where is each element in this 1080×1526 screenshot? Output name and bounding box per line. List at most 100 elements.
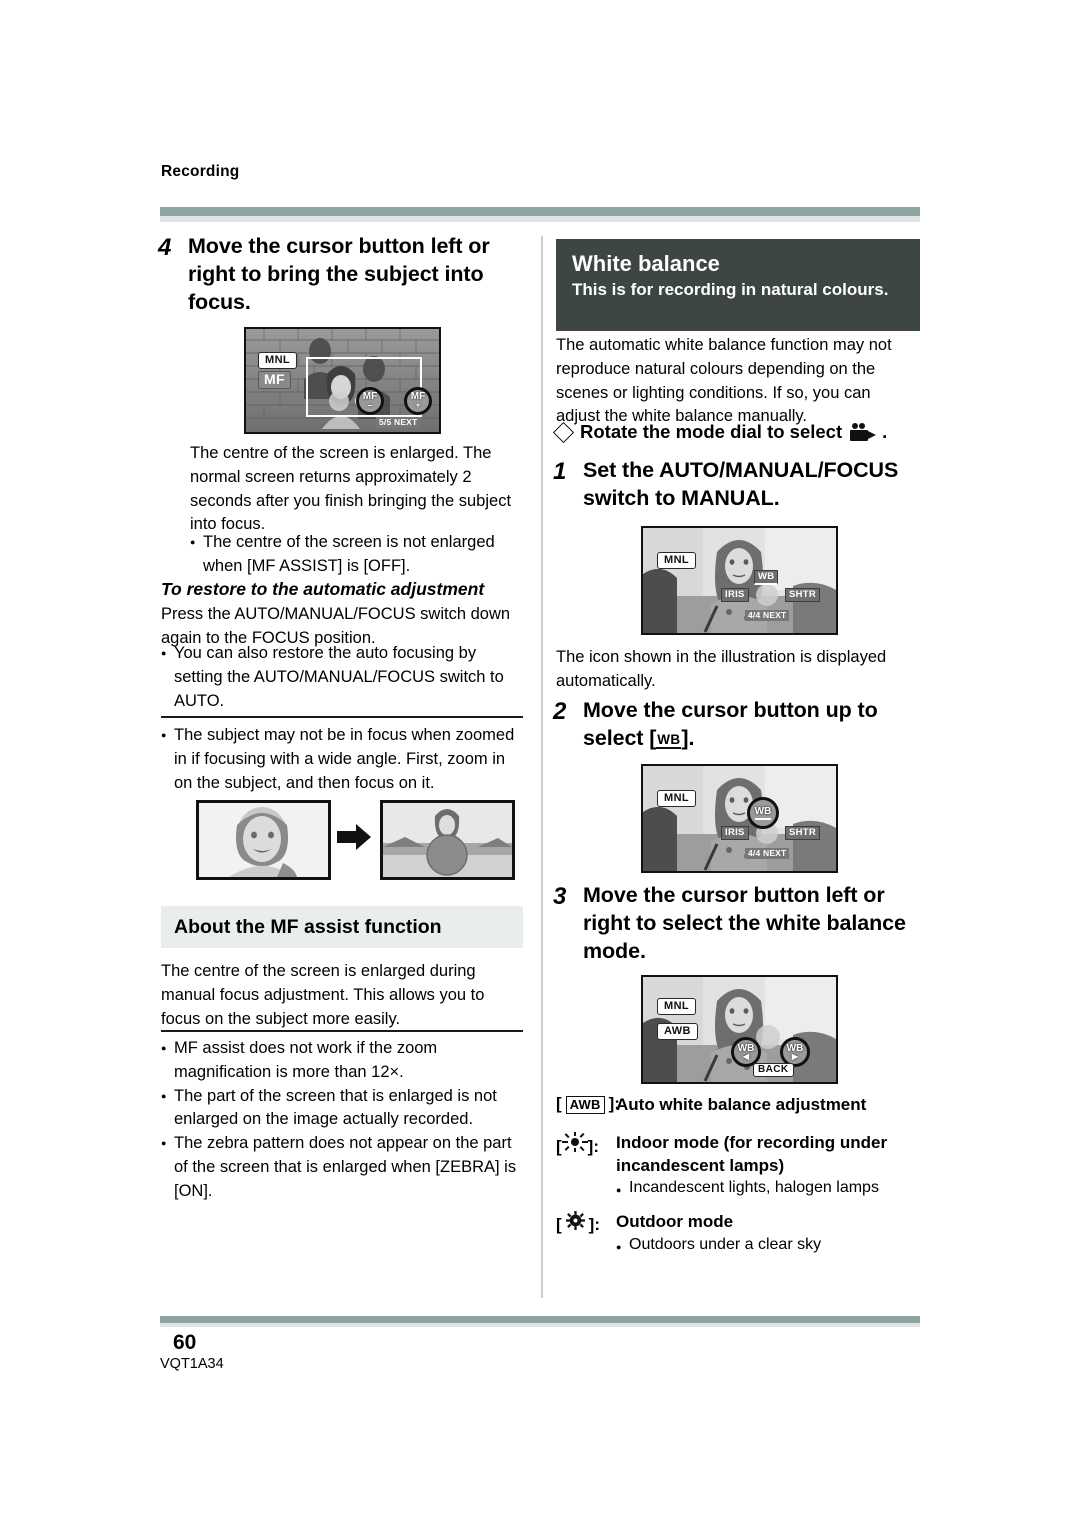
header-rule-light: [160, 216, 920, 222]
wb-mode-auto-key: [AWB]:: [556, 1094, 620, 1115]
footer-rule-light: [160, 1323, 920, 1327]
running-head: Recording: [161, 163, 240, 180]
step-1-title: Set the AUTO/MANUAL/FOCUS switch to MANU…: [583, 458, 899, 510]
osd-cursor-center: [329, 391, 349, 411]
illustration-mf-assist: MNL MF MF – MF + 5/5 NEXT: [244, 327, 441, 434]
list-item: The centre of the screen is not enlarged…: [190, 531, 520, 579]
osd-cursor-center: [756, 584, 778, 606]
mf-assist-bullets: MF assist does not work if the zoom magn…: [161, 1037, 523, 1203]
mf-bullets-3: The subject may not be in focus when zoo…: [161, 724, 523, 795]
osd-exit-label: 5/5 NEXT: [376, 417, 421, 428]
osd-tag-mf: MF: [258, 371, 292, 390]
photo-zoomed-focused: [380, 800, 515, 880]
indoor-lamp-icon: [561, 1132, 588, 1152]
section-header-label: About the MF assist function: [174, 915, 442, 938]
arrow-right-icon: [337, 824, 371, 850]
step-1-note: The icon shown in the illustration is di…: [556, 648, 887, 690]
step-3-number: 3: [553, 883, 567, 910]
illustration-step-2: MNL WB IRIS SHTR 4/4 NEXT: [641, 764, 838, 873]
wb-mode-indoor-desc: Indoor mode (for recording under incande…: [616, 1133, 888, 1175]
awb-chip-icon: AWB: [565, 1096, 605, 1115]
footer-rule: [160, 1316, 920, 1323]
osd-tag-awb: AWB: [657, 1023, 698, 1041]
osd-exit-label: 4/4 NEXT: [745, 610, 790, 621]
osd-button-mf-minus-sign: –: [367, 400, 373, 410]
step-1: 1 Set the AUTO/MANUAL/FOCUS switch to MA…: [553, 457, 928, 513]
wb-chip-icon: WB: [656, 732, 682, 750]
photo-wide-angle-unfocused: [196, 800, 331, 880]
step-4-title: Move the cursor button left or right to …: [188, 234, 490, 314]
white-balance-title: White balance: [572, 251, 720, 276]
photo-scene-child-closeup: [199, 803, 328, 877]
list-item: You can also restore the auto focusing b…: [161, 642, 523, 713]
step-4: 4 Move the cursor button left or right t…: [158, 233, 518, 317]
document-code: VQT1A34: [160, 1356, 224, 1372]
osd-tag-mnl: MNL: [657, 998, 697, 1016]
osd-button-wb-right-arrow: ▶: [791, 1051, 799, 1061]
osd-button-iris[interactable]: IRIS: [721, 826, 749, 840]
lcd-scene-girl-indoor-2: [643, 766, 836, 871]
wb-mode-auto: [AWB]: Auto white balance adjustment: [556, 1094, 926, 1117]
illustration-step-3: MNL AWB WB ◀ WB ▶ BACK: [641, 975, 838, 1084]
osd-button-wb-selected[interactable]: WB: [747, 797, 779, 829]
osd-button-iris[interactable]: IRIS: [721, 588, 749, 602]
mode-dial-instruction-period: .: [882, 421, 888, 442]
manual-page: Recording 4 Move the cursor button left …: [0, 0, 1080, 1526]
osd-exit-label: 4/4 NEXT: [745, 848, 790, 859]
step-2-title-before: Move the cursor button up to select [: [583, 698, 878, 750]
mf-assist-body: The centre of the screen is enlarged dur…: [161, 962, 485, 1028]
osd-button-mf-minus[interactable]: MF –: [356, 387, 384, 415]
wb-mode-outdoor-desc: Outdoor mode: [616, 1212, 734, 1231]
white-balance-intro: The automatic white balance function may…: [556, 336, 892, 426]
column-divider: [541, 236, 543, 1298]
list-item: The zebra pattern does not appear on the…: [161, 1132, 523, 1203]
wb-mode-outdoor: [ ]: Outdoor mode Outdoors under: [556, 1211, 931, 1259]
osd-tag-mnl: MNL: [657, 790, 697, 808]
restore-heading: To restore to the automatic adjustment: [161, 579, 485, 599]
osd-button-back[interactable]: BACK: [753, 1063, 794, 1077]
step-2-title: Move the cursor button up to select [WB]…: [583, 697, 928, 753]
wb-mode-indoor-key: [ ]:: [556, 1132, 616, 1157]
step-2-number: 2: [553, 698, 567, 725]
white-balance-header: White balance This is for recording in n…: [556, 239, 920, 331]
osd-button-wb-left-arrow: ◀: [742, 1051, 750, 1061]
step-1-number: 1: [553, 458, 567, 485]
osd-button-wb[interactable]: WB: [754, 570, 779, 585]
osd-tag-mnl: MNL: [657, 552, 697, 570]
osd-button-mf-plus[interactable]: MF +: [404, 387, 432, 415]
list-item: The part of the screen that is enlarged …: [161, 1085, 523, 1133]
osd-button-shtr[interactable]: SHTR: [785, 826, 821, 840]
lcd-scene-girl-indoor-1: [643, 528, 836, 633]
wb-mode-indoor: [ ]: Indoor mode (for recording under in…: [556, 1132, 931, 1202]
outdoor-sun-icon: [565, 1211, 585, 1230]
mf-bullets-2: You can also restore the auto focusing b…: [161, 642, 523, 713]
wb-mode-indoor-sub: Incandescent lights, halogen lamps: [616, 1179, 931, 1202]
white-balance-subtitle: This is for recording in natural colours…: [572, 279, 889, 299]
step-3-title: Move the cursor button left or right to …: [583, 883, 906, 963]
video-camera-mode-icon: [850, 423, 877, 441]
osd-button-mf-plus-sign: +: [415, 400, 421, 410]
step-3: 3 Move the cursor button left or right t…: [553, 882, 931, 966]
step-2: 2 Move the cursor button up to select [W…: [553, 697, 928, 753]
list-item: MF assist does not work if the zoom magn…: [161, 1037, 523, 1085]
step-4-number: 4: [158, 234, 172, 261]
mf-body-text-1: The centre of the screen is enlarged. Th…: [190, 444, 512, 534]
wb-mode-outdoor-key: [ ]:: [556, 1211, 616, 1235]
mode-dial-instruction: Rotate the mode dial to select .: [552, 421, 926, 443]
osd-tag-mnl: MNL: [258, 352, 298, 370]
page-number: 60: [173, 1331, 197, 1354]
mode-dial-instruction-text: Rotate the mode dial to select: [580, 421, 843, 442]
wb-mode-auto-desc: Auto white balance adjustment: [616, 1095, 867, 1114]
step-2-title-after: ].: [681, 725, 695, 750]
osd-button-shtr[interactable]: SHTR: [785, 588, 821, 602]
divider-rule-2: [161, 1030, 523, 1032]
section-header-mf-assist: About the MF assist function: [161, 906, 523, 948]
mf-bullets-1: The centre of the screen is not enlarged…: [190, 531, 520, 579]
divider-rule-1: [161, 716, 523, 718]
list-item: The subject may not be in focus when zoo…: [161, 724, 523, 795]
osd-button-wb-label: WB: [754, 806, 772, 820]
illustration-step-1: MNL WB IRIS SHTR 4/4 NEXT: [641, 526, 838, 635]
photo-scene-beach-ball: [383, 803, 512, 877]
wb-mode-outdoor-sub: Outdoors under a clear sky: [616, 1236, 931, 1259]
header-rule: [160, 207, 920, 216]
